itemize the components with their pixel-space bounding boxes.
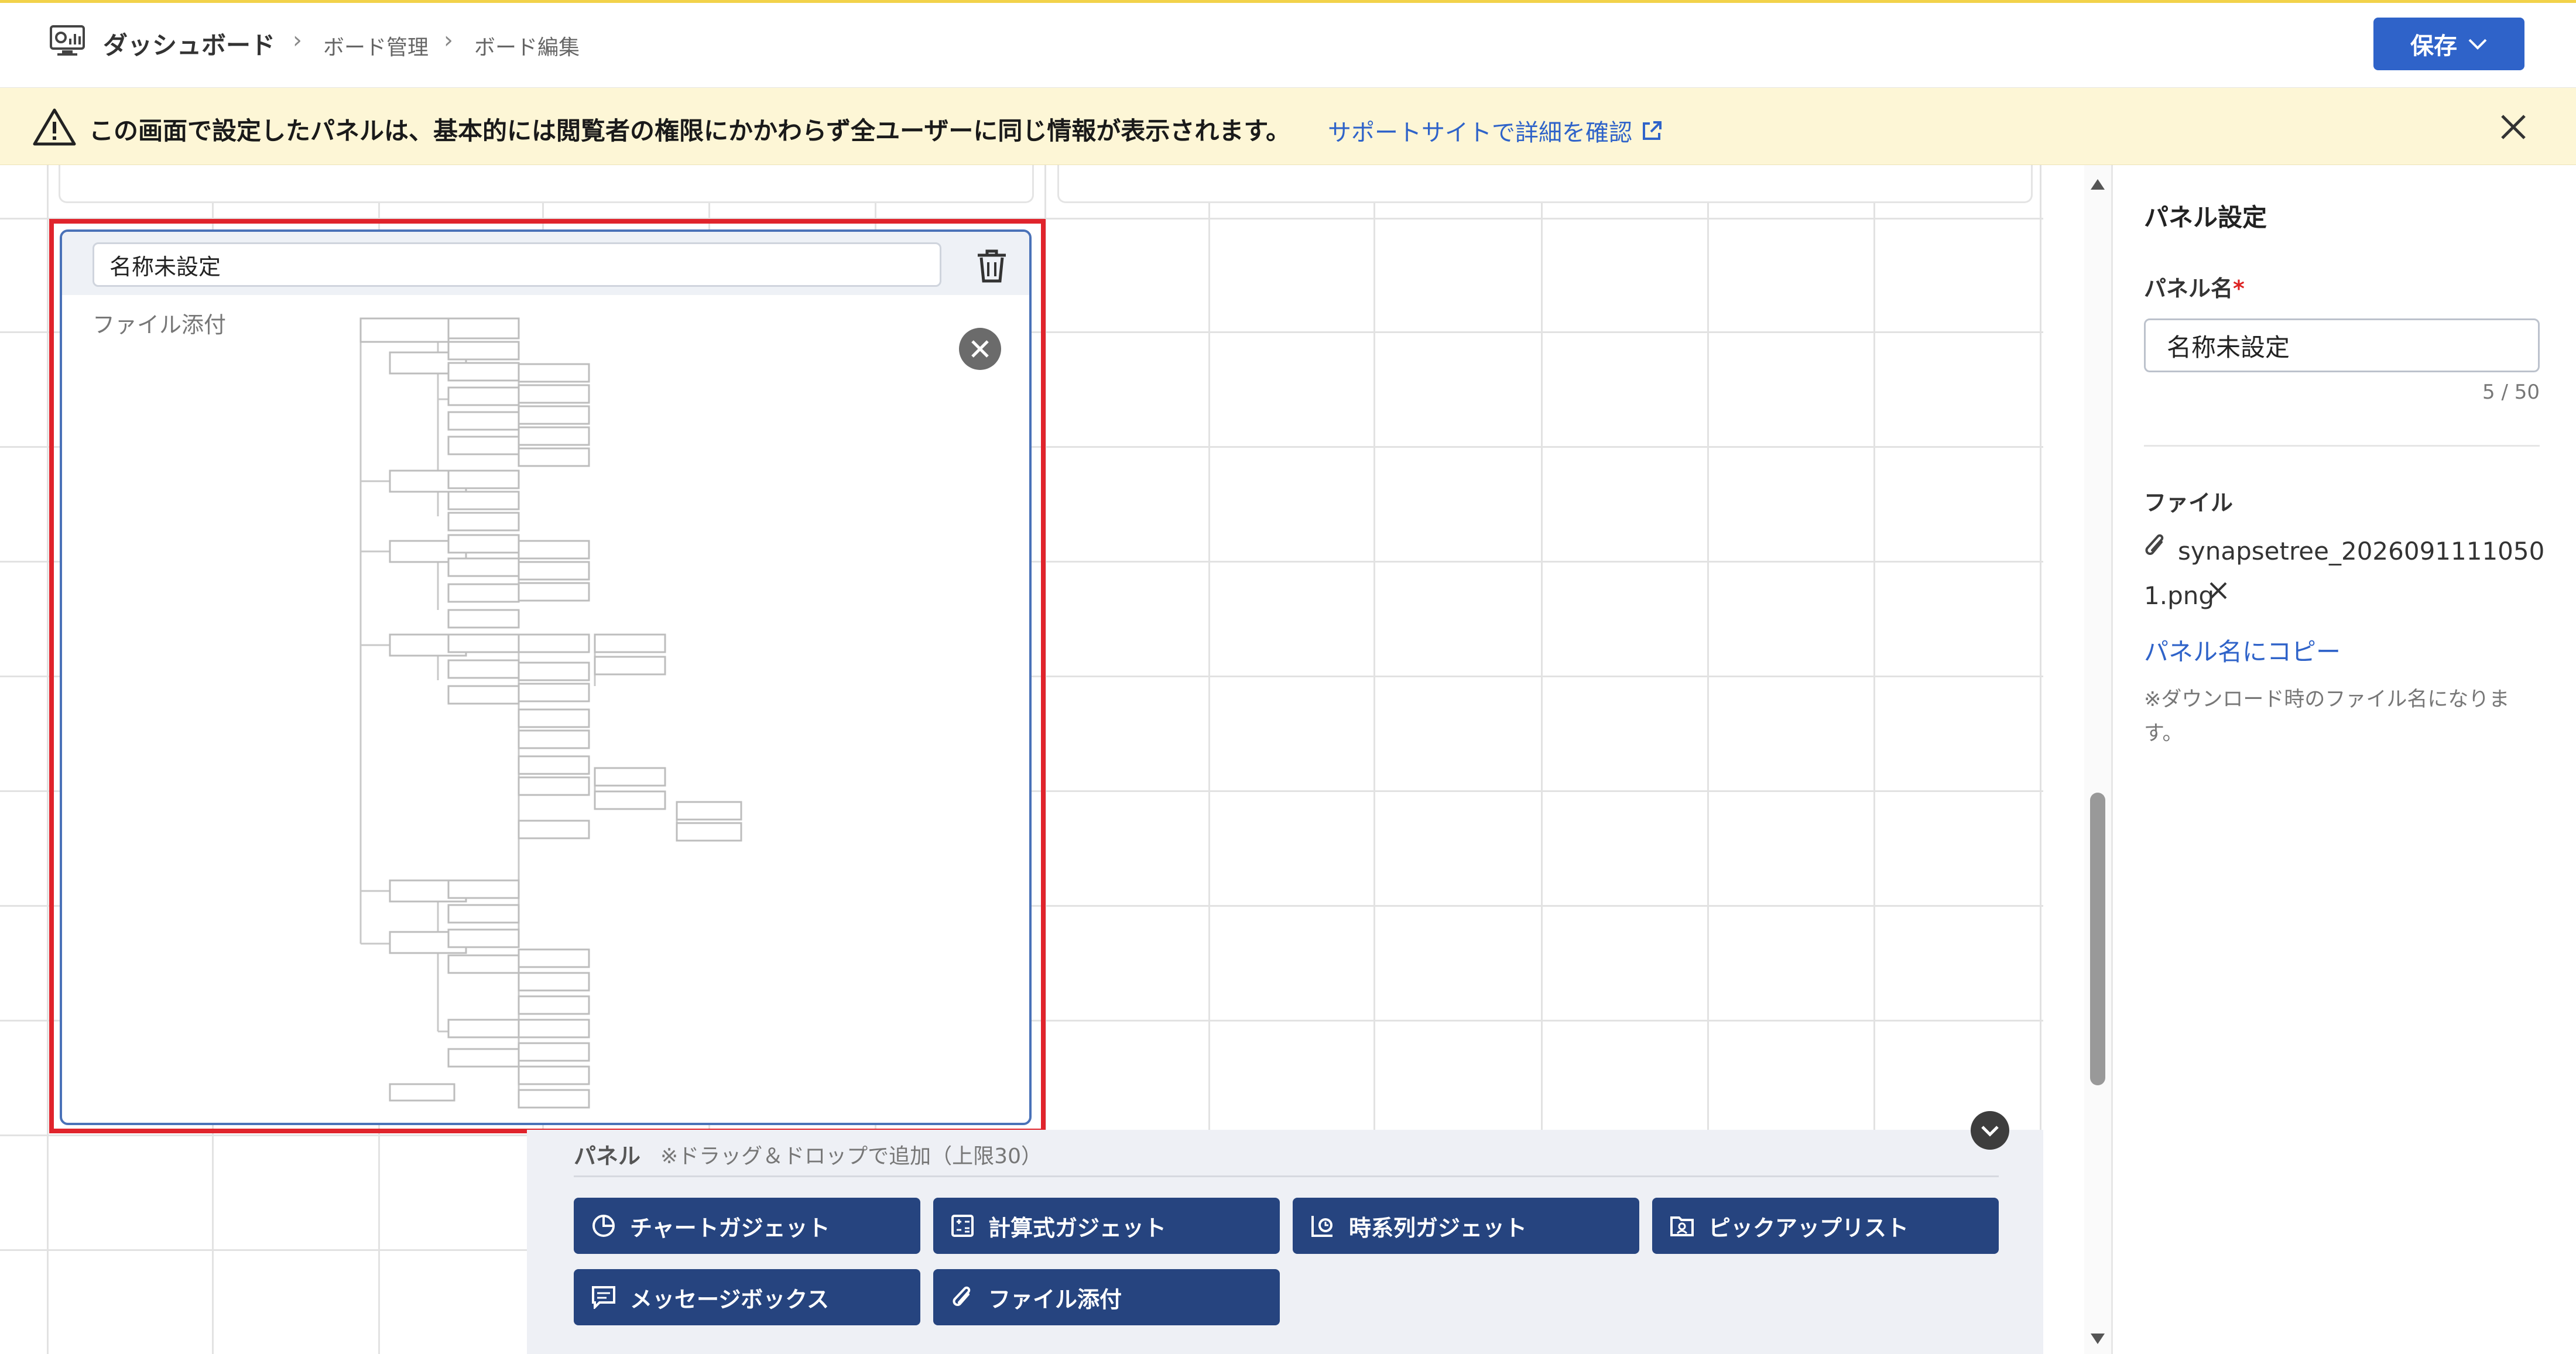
gadget-label: チャートガジェット: [630, 1215, 830, 1241]
drawer-title: パネル: [574, 1143, 641, 1169]
calculator-icon: [951, 1215, 974, 1237]
gadget-label: 時系列ガジェット: [1349, 1215, 1527, 1241]
pickup-list-button[interactable]: ピックアップリスト: [1652, 1198, 1999, 1254]
attached-file-name: synapsetree_20260911110501.png: [2144, 537, 2545, 610]
page-title: ダッシュボード: [103, 31, 276, 60]
panel-name-input[interactable]: 名称未設定: [93, 242, 941, 287]
panel-name-label: パネル名*: [2144, 270, 2245, 303]
divider: [574, 1175, 1999, 1177]
divider: [2144, 445, 2540, 447]
chart-icon: [592, 1215, 615, 1237]
copy-to-panel-name-link[interactable]: パネル名にコピー: [2144, 632, 2341, 668]
gadget-label: ピックアップリスト: [1708, 1215, 1909, 1241]
warning-icon: [33, 108, 76, 146]
panel-card-above[interactable]: [59, 165, 1034, 203]
message-icon: [592, 1286, 615, 1309]
chevron-right-icon: ›: [293, 27, 302, 54]
support-link-label: サポートサイトで詳細を確認: [1328, 119, 1632, 146]
canvas-scrollbar[interactable]: [2084, 165, 2111, 1354]
message-box-button[interactable]: メッセージボックス: [574, 1269, 920, 1325]
gadget-label: メッセージボックス: [630, 1286, 830, 1312]
panel-name-field[interactable]: 名称未設定: [2144, 318, 2540, 372]
close-icon[interactable]: [2495, 109, 2532, 145]
save-button[interactable]: 保存: [2373, 18, 2524, 70]
collapse-drawer-icon[interactable]: [1969, 1110, 2010, 1151]
chevron-right-icon: ›: [444, 27, 453, 54]
panel-type-label: ファイル添付: [93, 312, 227, 338]
panel-card-above[interactable]: [1057, 165, 2033, 203]
remove-image-icon[interactable]: [958, 327, 1002, 371]
formula-gadget-button[interactable]: 計算式ガジェット: [933, 1198, 1280, 1254]
external-link-icon: [1643, 121, 1662, 140]
chart-gadget-button[interactable]: チャートガジェット: [574, 1198, 920, 1254]
scroll-up-arrow-icon[interactable]: [2089, 176, 2106, 193]
panel-name-label-text: パネル名: [2144, 276, 2234, 301]
sidebar-title: パネル設定: [2144, 203, 2267, 232]
trash-icon[interactable]: [973, 247, 1010, 284]
timeseries-icon: [1311, 1216, 1332, 1237]
timeseries-gadget-button[interactable]: 時系列ガジェット: [1293, 1198, 1639, 1254]
attached-image: [359, 317, 742, 1109]
scrollbar-thumb[interactable]: [2090, 793, 2105, 1085]
support-link[interactable]: サポートサイトで詳細を確認: [1328, 114, 1664, 148]
dashboard-icon: [50, 25, 85, 56]
gadget-label: 計算式ガジェット: [988, 1215, 1167, 1241]
file-attachment-button[interactable]: ファイル添付: [933, 1269, 1280, 1325]
chevron-down-icon: [2468, 39, 2487, 50]
drawer-hint: ※ドラッグ＆ドロップで追加（上限30）: [660, 1144, 1042, 1168]
required-mark: *: [2233, 276, 2245, 301]
file-attachment-panel[interactable]: 名称未設定 ファイル添付: [60, 229, 1032, 1125]
paperclip-icon: [953, 1286, 971, 1306]
save-label: 保存: [2410, 33, 2457, 60]
breadcrumb-board-management[interactable]: ボード管理: [323, 30, 429, 61]
gadget-label: ファイル添付: [988, 1286, 1122, 1312]
notice-text: この画面で設定したパネルは、基本的には閲覧者の権限にかかわらず全ユーザーに同じ情…: [89, 116, 1291, 145]
scroll-down-arrow-icon[interactable]: [2089, 1330, 2106, 1348]
download-filename-note: ※ダウンロード時のファイル名になります。: [2144, 688, 2510, 745]
file-section-label: ファイル: [2144, 490, 2234, 516]
close-icon[interactable]: [2207, 580, 2229, 602]
breadcrumb-board-edit: ボード編集: [474, 36, 580, 60]
pickup-icon: [1670, 1216, 1694, 1236]
character-count: 5 / 50: [2482, 381, 2540, 404]
